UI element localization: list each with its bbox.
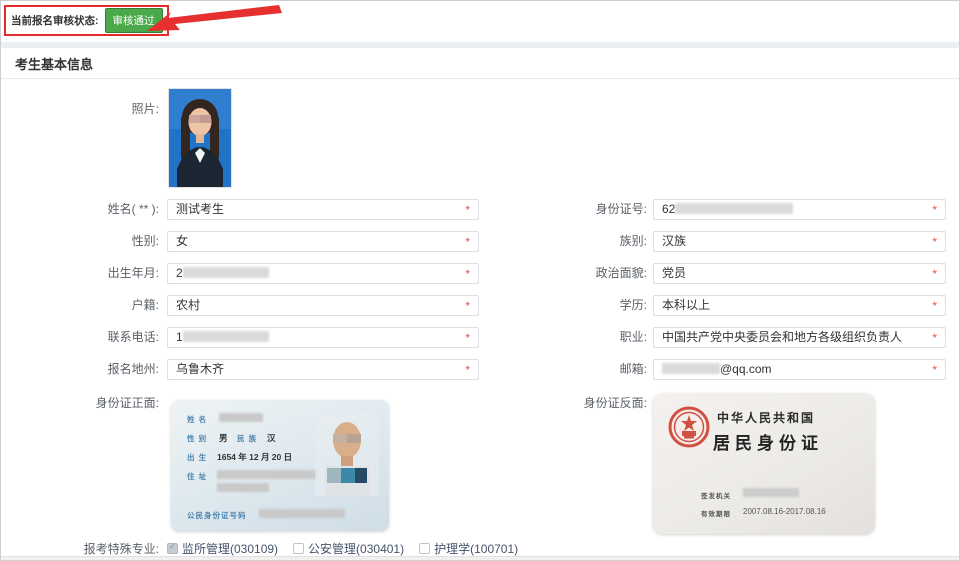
required-mark: *	[932, 265, 937, 284]
national-emblem-icon	[667, 405, 711, 449]
idf-portrait	[315, 412, 379, 496]
household-label: 户籍:	[1, 295, 159, 316]
political-status-value: 党员	[662, 266, 686, 280]
required-mark: *	[932, 233, 937, 252]
photo-label: 照片:	[1, 99, 159, 120]
option-prison-management[interactable]: 监所管理(030109)	[167, 540, 278, 557]
checkbox-public-security[interactable]	[293, 543, 304, 554]
checkbox-prison-management[interactable]	[167, 543, 178, 554]
education-label: 学历:	[481, 295, 647, 316]
education-value: 本科以上	[662, 298, 710, 312]
bottom-edge	[1, 556, 959, 561]
idf-gender-label: 性 别	[187, 433, 207, 444]
id-front-label: 身份证正面:	[1, 393, 159, 414]
household-input[interactable]: 农村 *	[167, 295, 479, 316]
idf-address-label: 住 址	[187, 471, 207, 482]
id-card-front-image: 姓 名 性 别 男 民 族 汉 出 生 1654 年 12 月 20 日 住 址…	[171, 400, 389, 531]
required-mark: *	[932, 297, 937, 316]
required-mark: *	[465, 297, 470, 316]
occupation-value: 中国共产党中央委员会和地方各级组织负责人	[662, 330, 902, 344]
status-label: 当前报名审核状态:	[11, 13, 99, 28]
email-label: 邮箱:	[481, 359, 647, 380]
special-majors-options: 监所管理(030109) 公安管理(030401) 护理学(100701)	[167, 540, 518, 557]
occupation-input[interactable]: 中国共产党中央委员会和地方各级组织负责人 *	[653, 327, 946, 348]
name-input[interactable]: 测试考生 *	[167, 199, 479, 220]
id-back-label: 身份证反面:	[481, 393, 647, 414]
option-label: 公安管理(030401)	[308, 540, 404, 557]
idf-birth-label: 出 生	[187, 452, 207, 463]
birth-date-input[interactable]: 2 *	[167, 263, 479, 284]
required-mark: *	[465, 201, 470, 220]
option-nursing[interactable]: 护理学(100701)	[419, 540, 518, 557]
idf-ethnic-value: 汉	[267, 432, 276, 444]
idb-card-title: 居民身份证	[713, 429, 823, 454]
city-input[interactable]: 乌鲁木齐 *	[167, 359, 479, 380]
email-input[interactable]: @qq.com *	[653, 359, 946, 380]
required-mark: *	[465, 329, 470, 348]
registration-review-page: 当前报名审核状态: 审核通过 考生基本信息 照片: 姓名( ** ): 测试考生…	[0, 0, 960, 561]
required-mark: *	[465, 265, 470, 284]
education-input[interactable]: 本科以上 *	[653, 295, 946, 316]
red-arrow-annotation-icon	[144, 3, 284, 41]
idf-id-number-label: 公民身份证号码	[187, 510, 247, 521]
city-value: 乌鲁木齐	[176, 362, 224, 376]
gender-label: 性别:	[1, 231, 159, 252]
required-mark: *	[465, 361, 470, 380]
checkbox-nursing[interactable]	[419, 543, 430, 554]
email-mask	[662, 363, 720, 374]
idf-name-mask	[219, 413, 263, 422]
header-rule	[1, 78, 959, 79]
idb-issue-label: 签发机关	[701, 490, 731, 500]
idf-birth-value: 1654 年 12 月 20 日	[217, 451, 292, 463]
idb-country: 中华人民共和国	[717, 409, 815, 426]
phone-mask	[183, 331, 269, 342]
phone-label: 联系电话:	[1, 327, 159, 348]
phone-input[interactable]: 1 *	[167, 327, 479, 348]
idf-address-mask-2	[217, 483, 269, 492]
political-status-label: 政治面貌:	[481, 263, 647, 284]
page-title: 考生基本信息	[15, 54, 93, 73]
id-number-label: 身份证号:	[481, 199, 647, 220]
household-value: 农村	[176, 298, 200, 312]
idf-ethnic-label: 民 族	[237, 433, 257, 444]
option-public-security[interactable]: 公安管理(030401)	[293, 540, 404, 557]
idf-gender-value: 男	[219, 432, 228, 444]
option-label: 护理学(100701)	[434, 540, 518, 557]
required-mark: *	[932, 329, 937, 348]
occupation-label: 职业:	[481, 327, 647, 348]
required-mark: *	[932, 361, 937, 380]
idb-validity-value: 2007.08.16-2017.08.16	[743, 507, 826, 516]
idb-validity-label: 有效期限	[701, 508, 731, 518]
required-mark: *	[465, 233, 470, 252]
section-divider	[1, 42, 959, 48]
ethnicity-label: 族别:	[481, 231, 647, 252]
birth-date-label: 出生年月:	[1, 263, 159, 284]
name-value: 测试考生	[176, 202, 224, 216]
birth-date-mask	[183, 267, 269, 278]
option-label: 监所管理(030109)	[182, 540, 278, 557]
status-bar: 当前报名审核状态: 审核通过	[1, 1, 959, 42]
id-number-input[interactable]: 62 *	[653, 199, 946, 220]
idb-issue-mask	[743, 488, 799, 497]
id-card-back-image: 中华人民共和国 居民身份证 签发机关 有效期限 2007.08.16-2017.…	[653, 393, 875, 534]
political-status-input[interactable]: 党员 *	[653, 263, 946, 284]
id-number-mask	[675, 203, 793, 214]
city-label: 报名地州:	[1, 359, 159, 380]
ethnicity-value: 汉族	[662, 234, 686, 248]
candidate-photo	[169, 89, 231, 187]
idf-address-mask	[217, 470, 317, 479]
id-number-value: 62	[662, 202, 675, 216]
idf-id-number-mask	[259, 509, 345, 518]
required-mark: *	[932, 201, 937, 220]
gender-input[interactable]: 女 *	[167, 231, 479, 252]
name-label: 姓名( ** ):	[1, 199, 159, 220]
birth-date-value: 2	[176, 266, 183, 280]
phone-value: 1	[176, 330, 183, 344]
ethnicity-input[interactable]: 汉族 *	[653, 231, 946, 252]
idf-name-label: 姓 名	[187, 414, 207, 425]
gender-value: 女	[176, 234, 188, 248]
email-domain: @qq.com	[720, 362, 772, 376]
